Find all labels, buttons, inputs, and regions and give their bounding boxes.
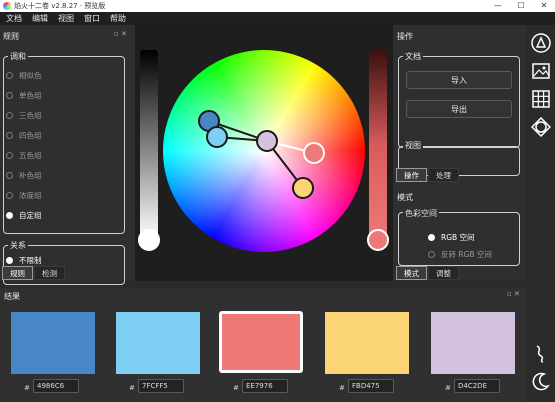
- relation-option[interactable]: 不限制: [6, 253, 42, 267]
- rules-panel-title: 规则: [3, 32, 19, 41]
- radio-selected-icon: [6, 256, 13, 264]
- image-icon[interactable]: [531, 61, 551, 81]
- radio-selected-icon: [428, 233, 435, 241]
- triangle-icon[interactable]: [531, 33, 551, 53]
- hex-hash-label: #: [24, 384, 30, 392]
- harmony-option-triad[interactable]: 三色组: [6, 108, 42, 122]
- maximize-button[interactable]: ☐: [510, 0, 532, 12]
- harmony-option-similar[interactable]: 相似色: [6, 68, 42, 82]
- result-swatch-2[interactable]: [116, 312, 200, 374]
- hex-field-5[interactable]: D4C2DE: [454, 379, 500, 393]
- radio-icon: [6, 171, 13, 179]
- swatch-color: [11, 312, 95, 374]
- panel-dock-icon[interactable]: ▫ ✕: [114, 30, 127, 38]
- harmony-option-mono[interactable]: 单色组: [6, 88, 42, 102]
- result-swatch-1[interactable]: [11, 312, 95, 374]
- color-space-inverted-rgb[interactable]: 反转 RGB 空间: [428, 247, 492, 261]
- import-button[interactable]: 导入: [406, 71, 512, 89]
- harmony-option-pentad[interactable]: 五色组: [6, 148, 42, 162]
- export-button[interactable]: 导出: [406, 100, 512, 118]
- harmony-option-tetrad[interactable]: 四色组: [6, 128, 42, 142]
- option-label: 单色组: [19, 90, 42, 100]
- window-title: 焰火十二卷 v2.8.27 · 预览版: [14, 2, 106, 10]
- harmony-option-density[interactable]: 浓度组: [6, 188, 42, 202]
- hex-hash-label: #: [445, 384, 451, 392]
- menu-help[interactable]: 帮助: [110, 13, 126, 24]
- radio-icon: [6, 151, 13, 159]
- result-swatch-4[interactable]: [325, 312, 409, 374]
- swatch-color: [222, 314, 300, 370]
- result-panel-title: 结果: [4, 292, 20, 301]
- handle-swatch-3[interactable]: [303, 142, 325, 164]
- operations-panel: 操作 文档 导入 导出 视图: [393, 25, 526, 186]
- menu-window[interactable]: 窗口: [84, 13, 100, 24]
- harmony-option-custom[interactable]: 自定组: [6, 208, 42, 222]
- title-bar: 焰火十二卷 v2.8.27 · 预览版 — ☐ ✕: [0, 0, 555, 12]
- menu-bar: 文档 编辑 视图 窗口 帮助: [0, 12, 555, 25]
- radio-icon: [428, 250, 435, 258]
- menu-view[interactable]: 视图: [58, 13, 74, 24]
- view-group-label: 视图: [403, 140, 423, 151]
- radio-icon: [6, 191, 13, 199]
- swap-icon[interactable]: [531, 117, 551, 137]
- radio-selected-icon: [6, 211, 13, 219]
- handle-swatch-2[interactable]: [206, 126, 228, 148]
- hex-field-2[interactable]: 7FCFF5: [138, 379, 184, 393]
- hex-field-4[interactable]: FBD475: [348, 379, 394, 393]
- close-button[interactable]: ✕: [533, 0, 555, 12]
- harmony-option-complement[interactable]: 补色组: [6, 168, 42, 182]
- option-label: RGB 空间: [441, 232, 475, 242]
- hex-hash-label: #: [339, 384, 345, 392]
- rules-panel: 规则 ▫ ✕ 调和 相似色 单色组 三色组 四色组 五色组 补色组 浓度组 自定…: [0, 25, 135, 285]
- tab-rules[interactable]: 规则: [2, 266, 33, 280]
- moon-icon[interactable]: [531, 371, 551, 391]
- panel-dock-icon[interactable]: ▫ ✕: [507, 290, 520, 298]
- minimize-button[interactable]: —: [487, 0, 509, 12]
- result-swatch-3[interactable]: [219, 311, 303, 373]
- tab-operations[interactable]: 操作: [396, 168, 427, 182]
- handle-swatch-4[interactable]: [292, 177, 314, 199]
- right-toolbar: [526, 25, 555, 402]
- hex-hash-label: #: [129, 384, 135, 392]
- hex-hash-label: #: [233, 384, 239, 392]
- radio-icon: [6, 91, 13, 99]
- option-label: 不限制: [19, 255, 42, 265]
- menu-file[interactable]: 文档: [6, 13, 22, 24]
- document-group-label: 文档: [403, 51, 423, 62]
- option-label: 四色组: [19, 130, 42, 140]
- hex-field-3[interactable]: EE7976: [242, 379, 288, 393]
- relation-group-label: 关系: [8, 240, 28, 251]
- option-label: 五色组: [19, 150, 42, 160]
- result-swatch-5[interactable]: [431, 312, 515, 374]
- color-wheel[interactable]: [135, 25, 393, 281]
- mode-panel-title: 模式: [397, 193, 413, 202]
- radio-icon: [6, 111, 13, 119]
- tab-adjust[interactable]: 调整: [428, 266, 459, 280]
- tab-check[interactable]: 检测: [34, 266, 65, 280]
- radio-icon: [6, 71, 13, 79]
- swatch-color: [325, 312, 409, 374]
- option-label: 三色组: [19, 110, 42, 120]
- handle-swatch-5[interactable]: [256, 130, 278, 152]
- tab-process[interactable]: 处理: [428, 168, 459, 182]
- swatch-color: [431, 312, 515, 374]
- option-label: 反转 RGB 空间: [441, 249, 492, 259]
- operations-panel-title: 操作: [397, 32, 413, 41]
- tab-mode[interactable]: 模式: [396, 266, 427, 280]
- color-space-group-label: 色彩空间: [403, 208, 439, 219]
- wave-icon[interactable]: [531, 343, 551, 363]
- option-label: 相似色: [19, 70, 42, 80]
- app-logo-icon: [3, 2, 11, 10]
- radio-icon: [6, 131, 13, 139]
- option-label: 浓度组: [19, 190, 42, 200]
- swatch-color: [116, 312, 200, 374]
- menu-edit[interactable]: 编辑: [32, 13, 48, 24]
- option-label: 补色组: [19, 170, 42, 180]
- hex-field-1[interactable]: 4986C6: [33, 379, 79, 393]
- color-space-rgb[interactable]: RGB 空间: [428, 230, 475, 244]
- option-label: 自定组: [19, 210, 42, 220]
- color-wheel-area: [135, 25, 393, 281]
- grid-icon[interactable]: [531, 89, 551, 109]
- harmony-group-label: 调和: [8, 51, 28, 62]
